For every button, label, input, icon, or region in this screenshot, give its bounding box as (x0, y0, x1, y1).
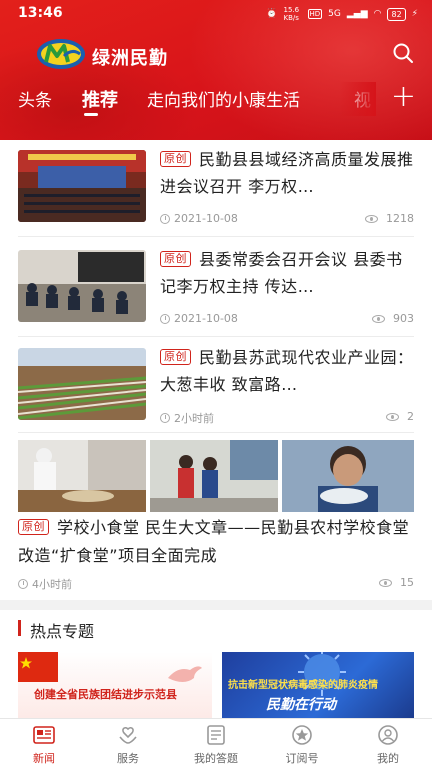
tabs-fade (340, 82, 376, 116)
tab-headlines[interactable]: 头条 (18, 86, 52, 111)
news-title: 原创 民勤县县域经济高质量发展推进会议召开 李万权… (160, 146, 416, 200)
news-thumbnail (282, 440, 414, 512)
divider (18, 336, 414, 337)
nav-label: 服务 (117, 752, 139, 765)
date-text: 2021-10-08 (174, 212, 238, 225)
news-title-text: 民勤县县域经济高质量发展推进会议召开 李万权… (160, 150, 414, 196)
hot-topic-banner-unity[interactable]: 创建全省民族团结进步示范县 (18, 652, 212, 720)
news-title: 原创 民勤县苏武现代农业产业园：大葱丰收 致富路… (160, 344, 416, 398)
nav-label: 我的答题 (194, 752, 238, 765)
app-header: 13:46 ⏰ 15.6 KB/s HD 5G ▂▄▆ ◠ 82 ⚡ 绿洲民勤 … (0, 0, 432, 140)
search-icon[interactable] (392, 42, 414, 64)
nav-label: 订阅号 (285, 752, 319, 765)
banner-subtext: 民勤在行动 (266, 697, 336, 713)
tab-xiaokang-life[interactable]: 走向我们的小康生活 (147, 86, 300, 111)
eye-icon (372, 314, 385, 323)
nav-service[interactable]: 服务 (88, 723, 168, 766)
views-text: 1218 (386, 212, 414, 225)
add-channel-button[interactable]: + (391, 82, 416, 112)
eye-icon (365, 214, 378, 223)
network-speed: 15.6 KB/s (283, 6, 300, 22)
battery-indicator: 82 (387, 7, 406, 21)
charging-icon: ⚡ (411, 9, 418, 19)
views-text: 15 (400, 576, 414, 589)
news-date: 4小时前 (18, 576, 72, 592)
news-date: 2小时前 (160, 410, 214, 426)
app-logo (37, 39, 85, 69)
hands-icon (119, 727, 137, 744)
original-badge: 原创 (18, 519, 49, 535)
news-thumbnail (150, 440, 278, 512)
news-thumbnail (18, 440, 146, 512)
news-title-text: 县委常委会召开会议 县委书记李万权主持 传达… (160, 250, 403, 296)
active-tab-indicator (84, 113, 98, 116)
clock-icon (160, 413, 170, 423)
clock-icon (160, 213, 170, 224)
wifi-icon: ◠ (373, 9, 382, 19)
nav-my-quiz[interactable]: 我的答题 (176, 723, 256, 766)
eye-icon (386, 412, 399, 421)
news-thumbnail (18, 150, 146, 222)
nav-label: 我的 (377, 752, 399, 765)
eye-icon (379, 578, 392, 587)
nav-label: 新闻 (33, 752, 55, 765)
news-thumbnail (18, 250, 146, 322)
original-badge: 原创 (160, 151, 191, 167)
hd-badge: HD (307, 9, 323, 19)
views-text: 903 (393, 312, 414, 325)
views-text: 2 (407, 410, 414, 423)
original-badge: 原创 (160, 349, 191, 365)
status-bar: 13:46 ⏰ 15.6 KB/s HD 5G ▂▄▆ ◠ 82 ⚡ (0, 0, 432, 28)
news-views: 903 (372, 312, 414, 325)
star-badge-icon (292, 725, 312, 745)
news-title-text: 学校小食堂 民生大文章——民勤县农村学校食堂改造“扩食堂”项目全面完成 (18, 518, 410, 565)
hot-topics-section: 热点专题 创建全省民族团结进步示范县 抗击新型冠状病毒感染的肺炎疫情 民勤在行动 (0, 610, 432, 720)
status-time: 13:46 (18, 5, 63, 21)
section-marker (18, 620, 21, 636)
user-icon (378, 725, 398, 745)
news-date: 2021-10-08 (160, 212, 238, 225)
tab-recommended[interactable]: 推荐 (82, 86, 118, 112)
news-date: 2021-10-08 (160, 312, 238, 325)
hot-topic-banner-epidemic[interactable]: 抗击新型冠状病毒感染的肺炎疫情 民勤在行动 (222, 652, 414, 720)
news-title-text: 民勤县苏武现代农业产业园：大葱丰收 致富路… (160, 348, 414, 394)
flag-icon (18, 652, 58, 682)
nav-subscriptions[interactable]: 订阅号 (262, 723, 342, 766)
clock-icon (18, 579, 28, 589)
signal-icon: ▂▄▆ (346, 9, 368, 19)
nav-profile[interactable]: 我的 (348, 723, 428, 766)
signal-label: 5G (328, 9, 341, 19)
divider (18, 236, 414, 237)
bottom-navigation: 新闻 服务 我的答题 订阅号 我的 (0, 718, 432, 768)
divider (18, 432, 414, 433)
news-thumbnail (18, 348, 146, 420)
news-views: 2 (386, 410, 414, 423)
news-views: 1218 (365, 212, 414, 225)
news-feed: 原创 民勤县县域经济高质量发展推进会议召开 李万权… 2021-10-08 121… (0, 140, 432, 600)
news-title: 原创 学校小食堂 民生大文章——民勤县农村学校食堂改造“扩食堂”项目全面完成 (18, 514, 418, 570)
clock-icon (160, 313, 170, 324)
hot-topics-title: 热点专题 (30, 622, 95, 641)
banner-text: 抗击新型冠状病毒感染的肺炎疫情 (228, 680, 378, 691)
alarm-icon: ⏰ (266, 9, 278, 19)
quiz-icon (207, 725, 225, 745)
date-text: 2小时前 (174, 412, 214, 425)
date-text: 4小时前 (32, 578, 72, 591)
original-badge: 原创 (160, 251, 191, 267)
banner-text: 创建全省民族团结进步示范县 (34, 688, 177, 701)
status-icons: ⏰ 15.6 KB/s HD 5G ▂▄▆ ◠ 82 ⚡ (266, 6, 418, 22)
app-title: 绿洲民勤 (92, 48, 168, 69)
news-views: 15 (379, 576, 414, 589)
date-text: 2021-10-08 (174, 312, 238, 325)
nav-news[interactable]: 新闻 (4, 723, 84, 766)
news-title: 原创 县委常委会召开会议 县委书记李万权主持 传达… (160, 246, 416, 300)
newspaper-icon (33, 726, 55, 744)
section-gap (0, 600, 432, 610)
